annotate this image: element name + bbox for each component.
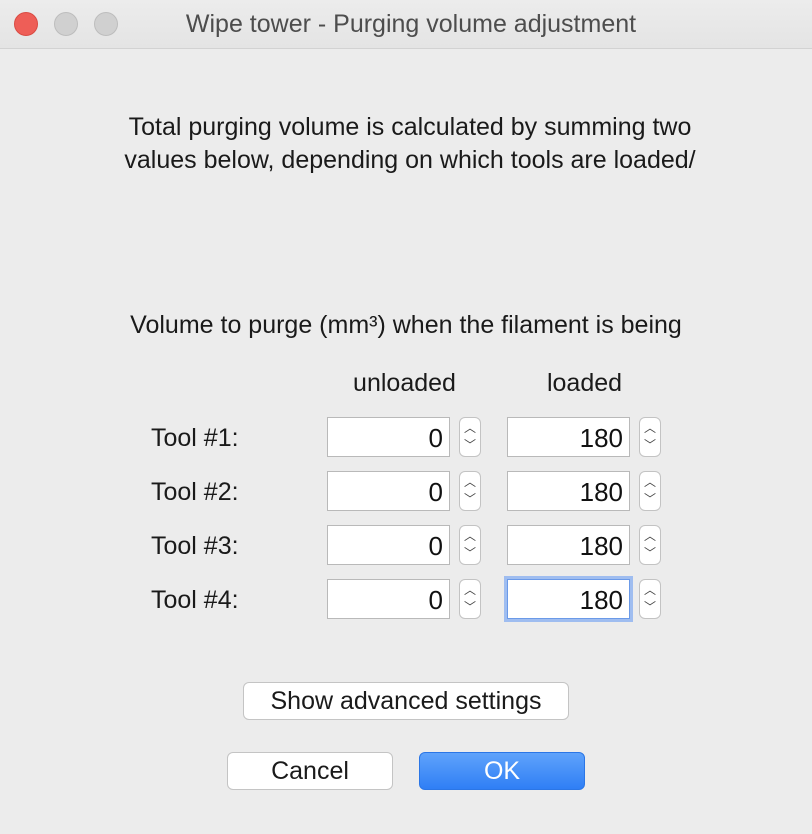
tool-3-unloaded-stepper[interactable]: ︿ ﹀ xyxy=(459,525,481,565)
show-advanced-settings-button[interactable]: Show advanced settings xyxy=(243,682,569,720)
title-bar: Wipe tower - Purging volume adjustment xyxy=(0,0,812,49)
tool-1-loaded-input[interactable]: 180 xyxy=(507,417,630,457)
chevron-down-icon[interactable]: ﹀ xyxy=(460,436,480,455)
tool-1-loaded-stepper[interactable]: ︿ ﹀ xyxy=(639,417,661,457)
intro-text: Total purging volume is calculated by su… xyxy=(60,111,760,177)
tool-1-unloaded-stepper[interactable]: ︿ ﹀ xyxy=(459,417,481,457)
chevron-down-icon[interactable]: ﹀ xyxy=(640,544,660,563)
cancel-button[interactable]: Cancel xyxy=(227,752,393,790)
tool-4-label: Tool #4: xyxy=(151,586,239,614)
window-title: Wipe tower - Purging volume adjustment xyxy=(185,10,637,38)
tool-2-loaded-stepper[interactable]: ︿ ﹀ xyxy=(639,471,661,511)
tool-3-loaded-input[interactable]: 180 xyxy=(507,525,630,565)
tool-1-unloaded-input[interactable]: 0 xyxy=(327,417,450,457)
chevron-down-icon[interactable]: ﹀ xyxy=(640,490,660,509)
volume-heading: Volume to purge (mm³) when the filament … xyxy=(130,311,682,339)
tool-2-unloaded-stepper[interactable]: ︿ ﹀ xyxy=(459,471,481,511)
tool-3-label: Tool #3: xyxy=(151,532,239,560)
tool-3-loaded-stepper[interactable]: ︿ ﹀ xyxy=(639,525,661,565)
ok-button[interactable]: OK xyxy=(419,752,585,790)
tool-4-loaded-stepper[interactable]: ︿ ﹀ xyxy=(639,579,661,619)
tool-4-unloaded-input[interactable]: 0 xyxy=(327,579,450,619)
intro-line-1: Total purging volume is calculated by su… xyxy=(128,113,692,141)
tool-2-loaded-input[interactable]: 180 xyxy=(507,471,630,511)
purge-volume-dialog: Wipe tower - Purging volume adjustment T… xyxy=(0,0,812,834)
tool-3-unloaded-input[interactable]: 0 xyxy=(327,525,450,565)
column-header-unloaded: unloaded xyxy=(353,369,456,397)
chevron-down-icon[interactable]: ﹀ xyxy=(460,544,480,563)
chevron-down-icon[interactable]: ﹀ xyxy=(460,490,480,509)
tool-4-unloaded-stepper[interactable]: ︿ ﹀ xyxy=(459,579,481,619)
tool-4-loaded-input[interactable]: 180 xyxy=(507,579,630,619)
tool-2-unloaded-input[interactable]: 0 xyxy=(327,471,450,511)
chevron-down-icon[interactable]: ﹀ xyxy=(640,436,660,455)
tool-2-label: Tool #2: xyxy=(151,478,239,506)
tool-1-label: Tool #1: xyxy=(151,424,239,452)
column-header-loaded: loaded xyxy=(546,369,623,397)
chevron-down-icon[interactable]: ﹀ xyxy=(640,598,660,617)
chevron-down-icon[interactable]: ﹀ xyxy=(460,598,480,617)
intro-line-2: values below, depending on which tools a… xyxy=(124,146,696,174)
